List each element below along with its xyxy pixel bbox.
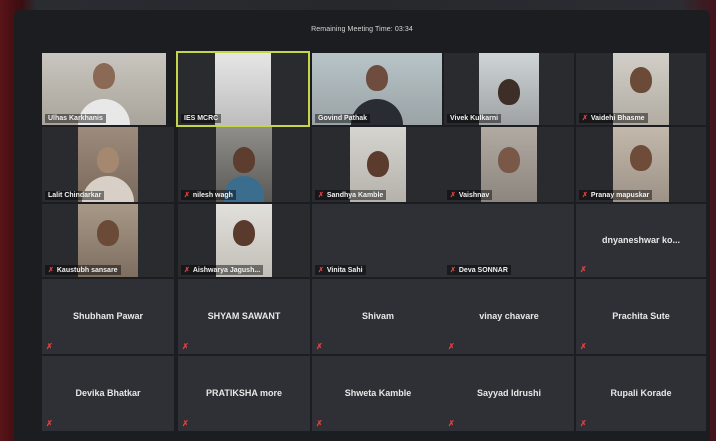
muted-mic-icon: ✗	[184, 192, 190, 199]
muted-mic-icon: ✗	[450, 267, 456, 274]
participant-head	[233, 147, 255, 173]
muted-mic-icon: ✗	[450, 192, 456, 199]
participant-display-name: PRATIKSHA more	[205, 387, 282, 398]
muted-mic-icon: ✗	[580, 342, 587, 351]
participant-video-tile[interactable]: ✗ Pranay mapuskar	[576, 127, 706, 202]
participant-head	[498, 79, 520, 105]
participant-display-name: Devika Bhatkar	[75, 387, 141, 398]
muted-mic-icon: ✗	[318, 267, 324, 274]
participant-head	[97, 220, 119, 246]
muted-mic-icon: ✗	[48, 267, 54, 274]
muted-mic-icon: ✗	[182, 342, 189, 351]
participant-video-tile[interactable]: Vivek Kulkarni	[444, 53, 574, 125]
participant-name-tile[interactable]: ✗ Deva SONNAR	[444, 204, 574, 277]
participant-head	[366, 65, 388, 91]
participant-display-name: SHYAM SAWANT	[207, 310, 281, 321]
participant-display-name: Shweta Kamble	[344, 387, 412, 398]
participant-video-tile[interactable]: ✗ Kaustubh sansare	[42, 204, 174, 277]
participant-display-name: Prachita Sute	[612, 310, 670, 321]
muted-mic-icon: ✗	[46, 342, 53, 351]
muted-mic-icon: ✗	[582, 192, 588, 199]
participant-name-label: ✗ Aishwarya Jagush...	[181, 265, 264, 275]
video-feed	[215, 53, 271, 125]
meeting-gallery-view: Remaining Meeting Time: 03:34 Ulhas Kark…	[14, 10, 710, 441]
muted-mic-icon: ✗	[46, 419, 53, 428]
participant-video-tile[interactable]: Lalit Chindarkar	[42, 127, 174, 202]
participant-name-label: ✗ Vinita Sahi	[315, 265, 366, 275]
participant-name-label: Vivek Kulkarni	[447, 114, 502, 123]
participant-video-tile[interactable]: ✗ Aishwarya Jagush...	[178, 204, 310, 277]
participant-head	[498, 147, 520, 173]
muted-mic-icon: ✗	[448, 419, 455, 428]
participant-name-label: IES MCRC	[181, 114, 222, 123]
participant-name-tile[interactable]: vinay chavare ✗	[444, 279, 574, 354]
participant-name-tile[interactable]: Shivam ✗	[312, 279, 444, 354]
participant-name-tile[interactable]: Shubham Pawar ✗	[42, 279, 174, 354]
participant-name-tile[interactable]: Shweta Kamble ✗	[312, 356, 444, 431]
participant-name-tile[interactable]: Devika Bhatkar ✗	[42, 356, 174, 431]
participant-name-label: Lalit Chindarkar	[45, 191, 105, 200]
participant-display-name: Rupali Korade	[610, 387, 672, 398]
participant-name-label: ✗ Pranay mapuskar	[579, 190, 653, 200]
participant-head	[93, 63, 115, 89]
muted-mic-icon: ✗	[316, 419, 323, 428]
participant-video-tile[interactable]: ✗ Sandhya Kamble	[312, 127, 444, 202]
participant-video-tile-active-speaker[interactable]: IES MCRC	[176, 51, 310, 127]
participant-head	[97, 147, 119, 173]
participant-head	[233, 220, 255, 246]
participant-name-label: ✗ Vaishnav	[447, 190, 493, 200]
participant-video-tile[interactable]: Ulhas Karkhanis	[42, 53, 166, 125]
participant-name-label: Govind Pathak	[315, 114, 371, 123]
participant-video-tile[interactable]: ✗ Vaishnav	[444, 127, 574, 202]
muted-mic-icon: ✗	[580, 419, 587, 428]
participant-name-tile[interactable]: Prachita Sute ✗	[576, 279, 706, 354]
muted-mic-icon: ✗	[582, 115, 588, 122]
participant-name-label: ✗ Vaidehi Bhasme	[579, 113, 648, 123]
participant-display-name: Shubham Pawar	[72, 310, 144, 321]
participant-name-label: ✗ Kaustubh sansare	[45, 265, 121, 275]
participant-name-tile[interactable]: Sayyad Idrushi ✗	[444, 356, 574, 431]
participant-video-tile[interactable]: ✗ nilesh wagh	[178, 127, 310, 202]
participant-name-tile[interactable]: SHYAM SAWANT ✗	[178, 279, 310, 354]
participant-name-label: Ulhas Karkhanis	[45, 114, 106, 123]
muted-mic-icon: ✗	[184, 267, 190, 274]
participant-display-name: Shivam	[361, 310, 394, 321]
participant-video-tile[interactable]: Govind Pathak	[312, 53, 442, 125]
muted-mic-icon: ✗	[318, 192, 324, 199]
muted-mic-icon: ✗	[448, 342, 455, 351]
participant-name-tile[interactable]: PRATIKSHA more ✗	[178, 356, 310, 431]
participant-display-name: Sayyad Idrushi	[476, 387, 542, 398]
participant-display-name: vinay chavare	[479, 310, 539, 321]
remaining-time-label: Remaining Meeting Time: 03:34	[311, 26, 413, 33]
muted-mic-icon: ✗	[580, 265, 587, 274]
muted-mic-icon: ✗	[316, 342, 323, 351]
muted-mic-icon: ✗	[182, 419, 189, 428]
participant-name-label: ✗ Sandhya Kamble	[315, 190, 387, 200]
participant-head	[630, 145, 652, 171]
participant-head	[367, 151, 389, 177]
participant-name-tile[interactable]: ✗ Vinita Sahi	[312, 204, 444, 277]
participant-name-tile[interactable]: dnyaneshwar ko... ✗	[576, 204, 706, 277]
participant-video-tile[interactable]: ✗ Vaidehi Bhasme	[576, 53, 706, 125]
participant-name-tile[interactable]: Rupali Korade ✗	[576, 356, 706, 431]
participant-head	[630, 67, 652, 93]
participant-name-label: ✗ Deva SONNAR	[447, 265, 511, 275]
participant-name-label: ✗ nilesh wagh	[181, 190, 236, 200]
participant-display-name: dnyaneshwar ko...	[601, 234, 681, 245]
